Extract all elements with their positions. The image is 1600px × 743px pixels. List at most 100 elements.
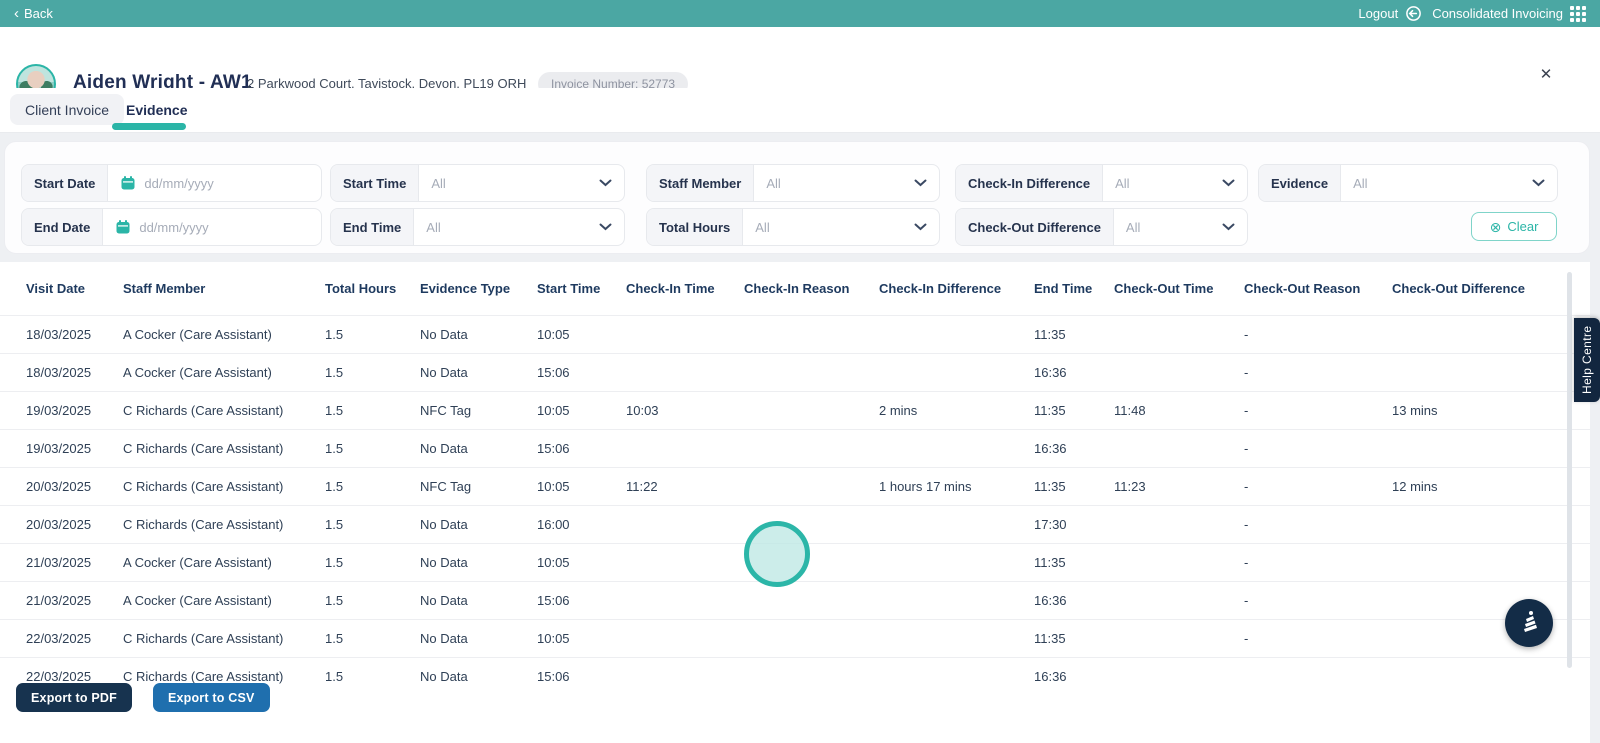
active-tab-indicator	[112, 123, 186, 130]
filter-total-hours[interactable]: Total HoursAll	[646, 208, 940, 246]
column-header: Staff Member	[123, 281, 325, 296]
filter-end-date-label: End Date	[22, 209, 103, 245]
table-cell: 21/03/2025	[26, 555, 123, 570]
table-cell: 1.5	[325, 327, 420, 342]
filter-panel: ⊗ Clear Start DateStart TimeAllStaff Mem…	[4, 141, 1590, 254]
table-cell: No Data	[420, 669, 537, 684]
table-cell: 1.5	[325, 555, 420, 570]
consolidated-invoicing-link[interactable]: Consolidated Invoicing	[1432, 6, 1586, 22]
table-cell: 19/03/2025	[26, 441, 123, 456]
filter-evidence-value: All	[1353, 176, 1524, 191]
filter-start-time[interactable]: Start Time All	[330, 164, 625, 202]
table-row: 19/03/2025C Richards (Care Assistant)1.5…	[0, 391, 1590, 429]
logout-label: Logout	[1358, 6, 1398, 21]
close-icon[interactable]: ✕	[1537, 65, 1555, 83]
table-row: 21/03/2025A Cocker (Care Assistant)1.5No…	[0, 543, 1590, 581]
filter-check-in-difference-value: All	[1115, 176, 1214, 191]
table-cell: A Cocker (Care Assistant)	[123, 555, 325, 570]
filter-start-time-value: All	[431, 176, 591, 191]
filter-start-date-input[interactable]	[144, 176, 309, 191]
table-cell: 13 mins	[1392, 403, 1552, 418]
table-cell: 1.5	[325, 517, 420, 532]
table-cell: 11:35	[1034, 327, 1114, 342]
filter-staff-member[interactable]: Staff MemberAll	[646, 164, 940, 202]
vertical-scrollbar[interactable]	[1567, 272, 1572, 668]
table-cell: -	[1244, 555, 1392, 570]
filter-check-in-difference-label: Check-In Difference	[956, 165, 1103, 201]
help-widget-button[interactable]	[1505, 599, 1553, 647]
table-cell: -	[1244, 631, 1392, 646]
clear-filters-button[interactable]: ⊗ Clear	[1471, 212, 1557, 241]
table-cell: 20/03/2025	[26, 517, 123, 532]
table-row: 20/03/2025C Richards (Care Assistant)1.5…	[0, 467, 1590, 505]
lighthouse-icon	[1518, 609, 1540, 638]
filter-check-out-difference-label: Check-Out Difference	[956, 209, 1114, 245]
table-cell: 15:06	[537, 365, 626, 380]
column-header: End Time	[1034, 281, 1114, 296]
table-cell: 11:35	[1034, 555, 1114, 570]
chevron-down-icon	[599, 223, 612, 231]
table-cell: 2 mins	[879, 403, 1034, 418]
table-cell: 10:05	[537, 327, 626, 342]
table-cell: A Cocker (Care Assistant)	[123, 365, 325, 380]
filter-start-date-label: Start Date	[22, 165, 108, 201]
filter-evidence[interactable]: EvidenceAll	[1258, 164, 1558, 202]
filter-start-time-label: Start Time	[331, 165, 419, 201]
clear-icon: ⊗	[1490, 220, 1502, 234]
table-cell: No Data	[420, 593, 537, 608]
table-cell: -	[1244, 517, 1392, 532]
table-cell: 16:00	[537, 517, 626, 532]
filter-end-date[interactable]: End Date	[21, 208, 322, 246]
table-cell: No Data	[420, 441, 537, 456]
filter-check-out-difference[interactable]: Check-Out Difference All	[955, 208, 1248, 246]
table-cell: 1.5	[325, 441, 420, 456]
filter-check-in-difference[interactable]: Check-In Difference All	[955, 164, 1248, 202]
client-header: Aiden Wright - AW1 2 Parkwood Court, Tav…	[0, 27, 1600, 88]
logout-icon	[1405, 5, 1422, 22]
table-cell: 15:06	[537, 441, 626, 456]
table-cell: C Richards (Care Assistant)	[123, 479, 325, 494]
table-cell: No Data	[420, 517, 537, 532]
table-cell: -	[1244, 403, 1392, 418]
apps-grid-icon[interactable]	[1570, 6, 1586, 22]
help-centre-tab[interactable]: Help Centre	[1574, 318, 1600, 402]
table-cell: NFC Tag	[420, 403, 537, 418]
table-cell: 10:05	[537, 555, 626, 570]
table-cell: 22/03/2025	[26, 669, 123, 684]
tab-client-invoice[interactable]: Client Invoice	[10, 94, 124, 125]
table-cell: 16:36	[1034, 669, 1114, 684]
logout-button[interactable]: Logout	[1358, 5, 1422, 22]
table-cell: No Data	[420, 327, 537, 342]
table-cell: No Data	[420, 631, 537, 646]
filter-end-date-input[interactable]	[139, 220, 309, 235]
table-cell: 10:05	[537, 479, 626, 494]
table-row: 19/03/2025C Richards (Care Assistant)1.5…	[0, 429, 1590, 467]
tab-evidence[interactable]: Evidence	[124, 94, 189, 125]
table-cell: 12 mins	[1392, 479, 1552, 494]
filter-staff-member-value: All	[766, 176, 906, 191]
table-cell: -	[1244, 365, 1392, 380]
table-cell: 17:30	[1034, 517, 1114, 532]
table-cell: -	[1244, 441, 1392, 456]
table-cell: 1.5	[325, 593, 420, 608]
export-pdf-button[interactable]: Export to PDF	[16, 683, 132, 712]
table-cell: 1.5	[325, 403, 420, 418]
filter-check-out-difference-value: All	[1126, 220, 1214, 235]
column-header: Check-In Difference	[879, 281, 1034, 296]
table-cell: C Richards (Care Assistant)	[123, 517, 325, 532]
table-cell: 11:35	[1034, 479, 1114, 494]
column-header: Check-In Reason	[744, 281, 879, 296]
table-cell: C Richards (Care Assistant)	[123, 441, 325, 456]
back-button[interactable]: ‹ Back	[14, 6, 53, 21]
table-cell: 20/03/2025	[26, 479, 123, 494]
chevron-down-icon	[1222, 223, 1235, 231]
table-cell: 21/03/2025	[26, 593, 123, 608]
column-header: Evidence Type	[420, 281, 537, 296]
table-cell: 18/03/2025	[26, 365, 123, 380]
filter-end-time[interactable]: End TimeAll	[330, 208, 625, 246]
export-csv-button[interactable]: Export to CSV	[153, 683, 270, 712]
filter-total-hours-value: All	[755, 220, 906, 235]
column-header: Check-Out Reason	[1244, 281, 1392, 296]
filter-start-date[interactable]: Start Date	[21, 164, 322, 202]
table-cell: C Richards (Care Assistant)	[123, 669, 325, 684]
